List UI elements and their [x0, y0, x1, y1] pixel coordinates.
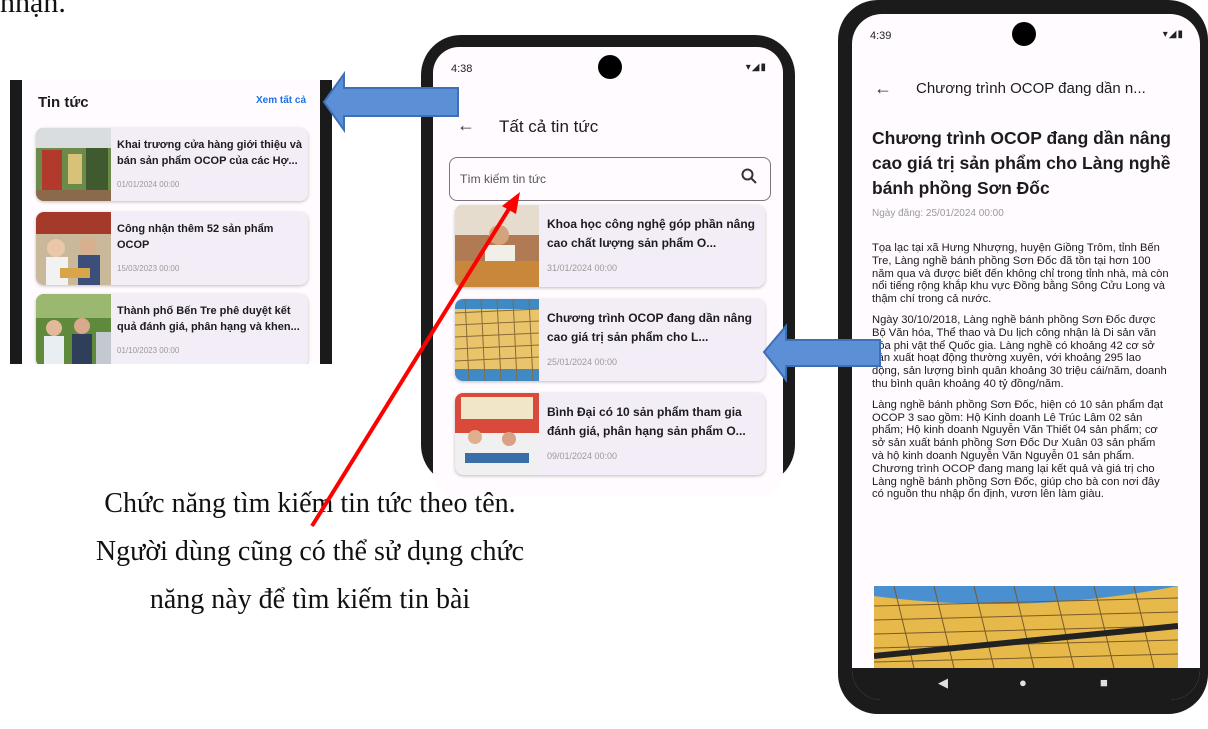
- news-card-date: 31/01/2024 00:00: [547, 263, 618, 273]
- article-paragraph: Tọa lạc tại xã Hưng Nhượng, huyện Giồng …: [872, 242, 1169, 306]
- news-thumbnail: [455, 299, 539, 381]
- nav-back-icon[interactable]: ◀: [938, 675, 948, 691]
- news-card-title: Thành phố Bến Tre phê duyệt kết quả đánh…: [117, 305, 300, 333]
- arrow-left-icon[interactable]: ←: [874, 78, 892, 99]
- widget-title: Tin tức: [38, 94, 89, 111]
- phone-detail-screen: 4:39 ▾◢▮ ← Chương trình OCOP đang dần n.…: [838, 0, 1208, 714]
- news-card[interactable]: Chương trình OCOP đang dần nâng cao giá …: [455, 299, 765, 381]
- nav-recents-icon[interactable]: ■: [1100, 675, 1108, 690]
- article-date: Ngày đăng: 25/01/2024 00:00: [872, 208, 1004, 219]
- caption-line: năng này để tìm kiếm tin bài: [149, 584, 471, 615]
- phone-frame-left: [10, 80, 22, 364]
- arrow-left-icon[interactable]: ←: [457, 115, 475, 136]
- news-card[interactable]: Khai trương cửa hàng giới thiệu và bán s…: [36, 128, 308, 201]
- detail-screen: 4:39 ▾◢▮ ← Chương trình OCOP đang dần n.…: [852, 14, 1200, 700]
- news-card-title: Bình Đại có 10 sản phẩm tham gia đánh gi…: [547, 405, 746, 438]
- article-body: Tọa lạc tại xã Hưng Nhượng, huyện Giồng …: [872, 242, 1170, 509]
- news-card-date: 01/10/2023 00:00: [117, 346, 180, 355]
- article-photo: [874, 586, 1178, 668]
- camera-cutout: [598, 55, 622, 79]
- caption-line: Chức năng tìm kiếm tin tức theo tên.: [104, 488, 516, 519]
- search-icon[interactable]: [740, 167, 758, 185]
- search-input[interactable]: Tìm kiếm tin tức: [449, 157, 771, 201]
- figure-caption: Chức năng tìm kiếm tin tức theo tên. Ngư…: [40, 480, 580, 624]
- news-thumbnail: [455, 205, 539, 287]
- news-thumbnail: [455, 393, 539, 475]
- article-paragraph: Làng nghề bánh phồng Sơn Đốc, hiện có 10…: [872, 398, 1163, 501]
- search-placeholder: Tìm kiếm tin tức: [460, 172, 547, 186]
- news-card-date: 15/03/2023 00:00: [117, 264, 180, 273]
- status-time: 4:38: [451, 63, 473, 75]
- caption-line: Người dùng cũng có thể sử dụng chức: [95, 536, 525, 567]
- news-card-date: 01/01/2024 00:00: [117, 180, 180, 189]
- news-card[interactable]: Khoa học công nghệ góp phần nâng cao chấ…: [455, 205, 765, 287]
- news-card[interactable]: Công nhận thêm 52 sản phẩm OCOP 15/03/20…: [36, 212, 308, 285]
- system-nav-bar: ◀ ● ■: [852, 668, 1200, 700]
- app-bar-title: Chương trình OCOP đang dần n...: [916, 80, 1146, 97]
- news-widget-screenshot: Tin tức Xem tất cả Khai trương cửa hàng …: [10, 80, 332, 364]
- app-bar: ← Chương trình OCOP đang dần n...: [852, 70, 1200, 110]
- nav-home-icon[interactable]: ●: [1019, 675, 1027, 690]
- article-headline: Chương trình OCOP đang dần nâng cao giá …: [872, 128, 1171, 198]
- wifi-signal-battery-icon: ▾◢▮: [745, 62, 767, 73]
- news-thumbnail: [36, 128, 111, 201]
- news-thumbnail: [36, 294, 111, 364]
- news-card-title: Công nhận thêm 52 sản phẩm OCOP: [117, 223, 274, 251]
- camera-cutout: [1012, 22, 1036, 46]
- news-card-title: Khai trương cửa hàng giới thiệu và bán s…: [117, 139, 302, 167]
- news-card-title: Chương trình OCOP đang dần nâng cao giá …: [547, 311, 752, 344]
- see-all-link[interactable]: Xem tất cả: [256, 95, 306, 106]
- news-card[interactable]: Thành phố Bến Tre phê duyệt kết quả đánh…: [36, 294, 308, 364]
- news-card-title: Khoa học công nghệ góp phần nâng cao chấ…: [547, 217, 755, 250]
- page-title: Tất cả tin tức: [499, 117, 599, 136]
- phone-list-screen: 4:38 ▾◢▮ ← Tất cả tin tức Tìm kiếm tin t…: [421, 35, 795, 497]
- wifi-signal-battery-icon: ▾◢▮: [1162, 29, 1184, 40]
- status-bar: 4:39 ▾◢▮: [852, 14, 1200, 46]
- status-bar: 4:38 ▾◢▮: [433, 47, 783, 79]
- list-screen: 4:38 ▾◢▮ ← Tất cả tin tức Tìm kiếm tin t…: [433, 47, 783, 497]
- status-time: 4:39: [870, 30, 892, 42]
- top-caption-fragment: nhận.: [0, 0, 66, 19]
- news-card-date: 09/01/2024 00:00: [547, 451, 618, 461]
- news-card[interactable]: Bình Đại có 10 sản phẩm tham gia đánh gi…: [455, 393, 765, 475]
- phone-frame-right: [320, 80, 332, 364]
- article-paragraph: Ngày 30/10/2018, Làng nghề bánh phồng Sơ…: [872, 313, 1167, 390]
- news-thumbnail: [36, 212, 111, 285]
- news-card-date: 25/01/2024 00:00: [547, 357, 618, 367]
